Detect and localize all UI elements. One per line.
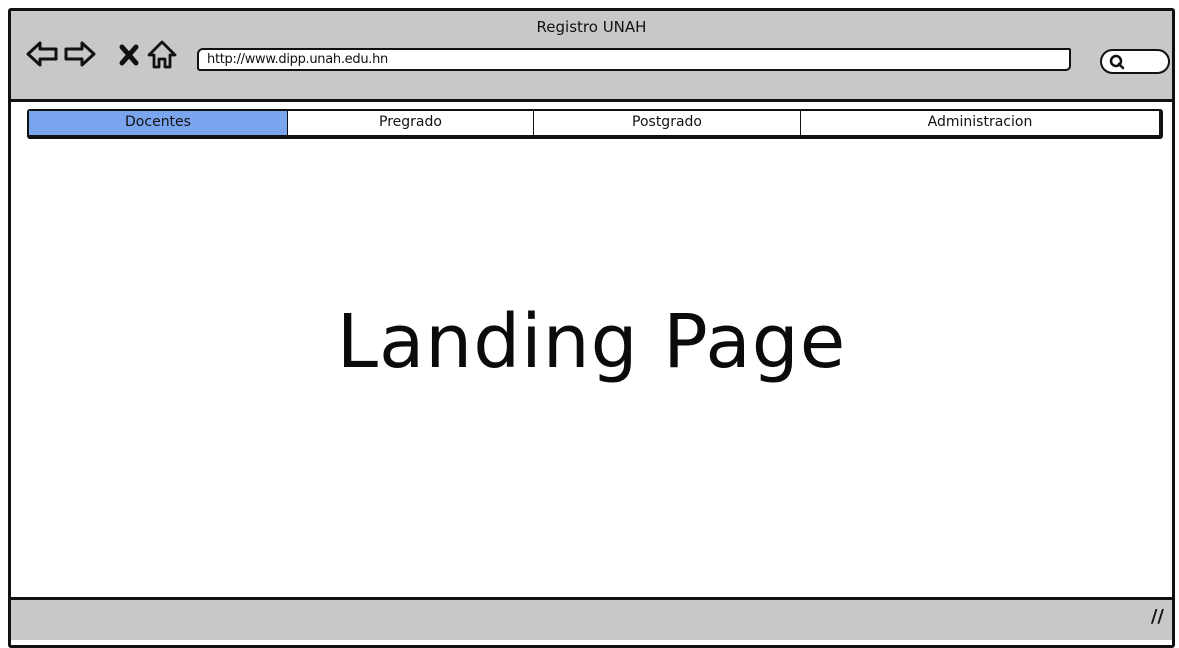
tab-bar: Docentes Pregrado Postgrado Administraci… — [27, 109, 1163, 139]
close-icon — [119, 44, 139, 66]
page-heading: Landing Page — [336, 299, 847, 385]
back-button[interactable] — [25, 37, 59, 71]
search-button[interactable] — [1100, 49, 1170, 74]
status-bar: // — [11, 597, 1172, 640]
forward-button[interactable] — [63, 37, 97, 71]
stop-button[interactable] — [113, 37, 147, 71]
forward-arrow-icon — [64, 41, 96, 67]
url-field[interactable]: http://www.dipp.unah.edu.hn — [197, 48, 1071, 71]
tab-administracion[interactable]: Administracion — [801, 111, 1159, 135]
tab-postgrado[interactable]: Postgrado — [534, 111, 801, 135]
resize-handle-icon[interactable]: // — [1151, 606, 1164, 627]
tab-docentes[interactable]: Docentes — [29, 111, 288, 135]
search-icon — [1109, 54, 1125, 70]
browser-window: Registro UNAH http://www.dipp.unah.edu.h… — [8, 8, 1175, 648]
home-button[interactable] — [145, 37, 179, 71]
tab-pregrado[interactable]: Pregrado — [288, 111, 534, 135]
window-title: Registro UNAH — [536, 18, 647, 36]
back-arrow-icon — [26, 41, 58, 67]
browser-titlebar: Registro UNAH http://www.dipp.unah.edu.h… — [11, 11, 1172, 102]
home-icon — [147, 40, 177, 69]
